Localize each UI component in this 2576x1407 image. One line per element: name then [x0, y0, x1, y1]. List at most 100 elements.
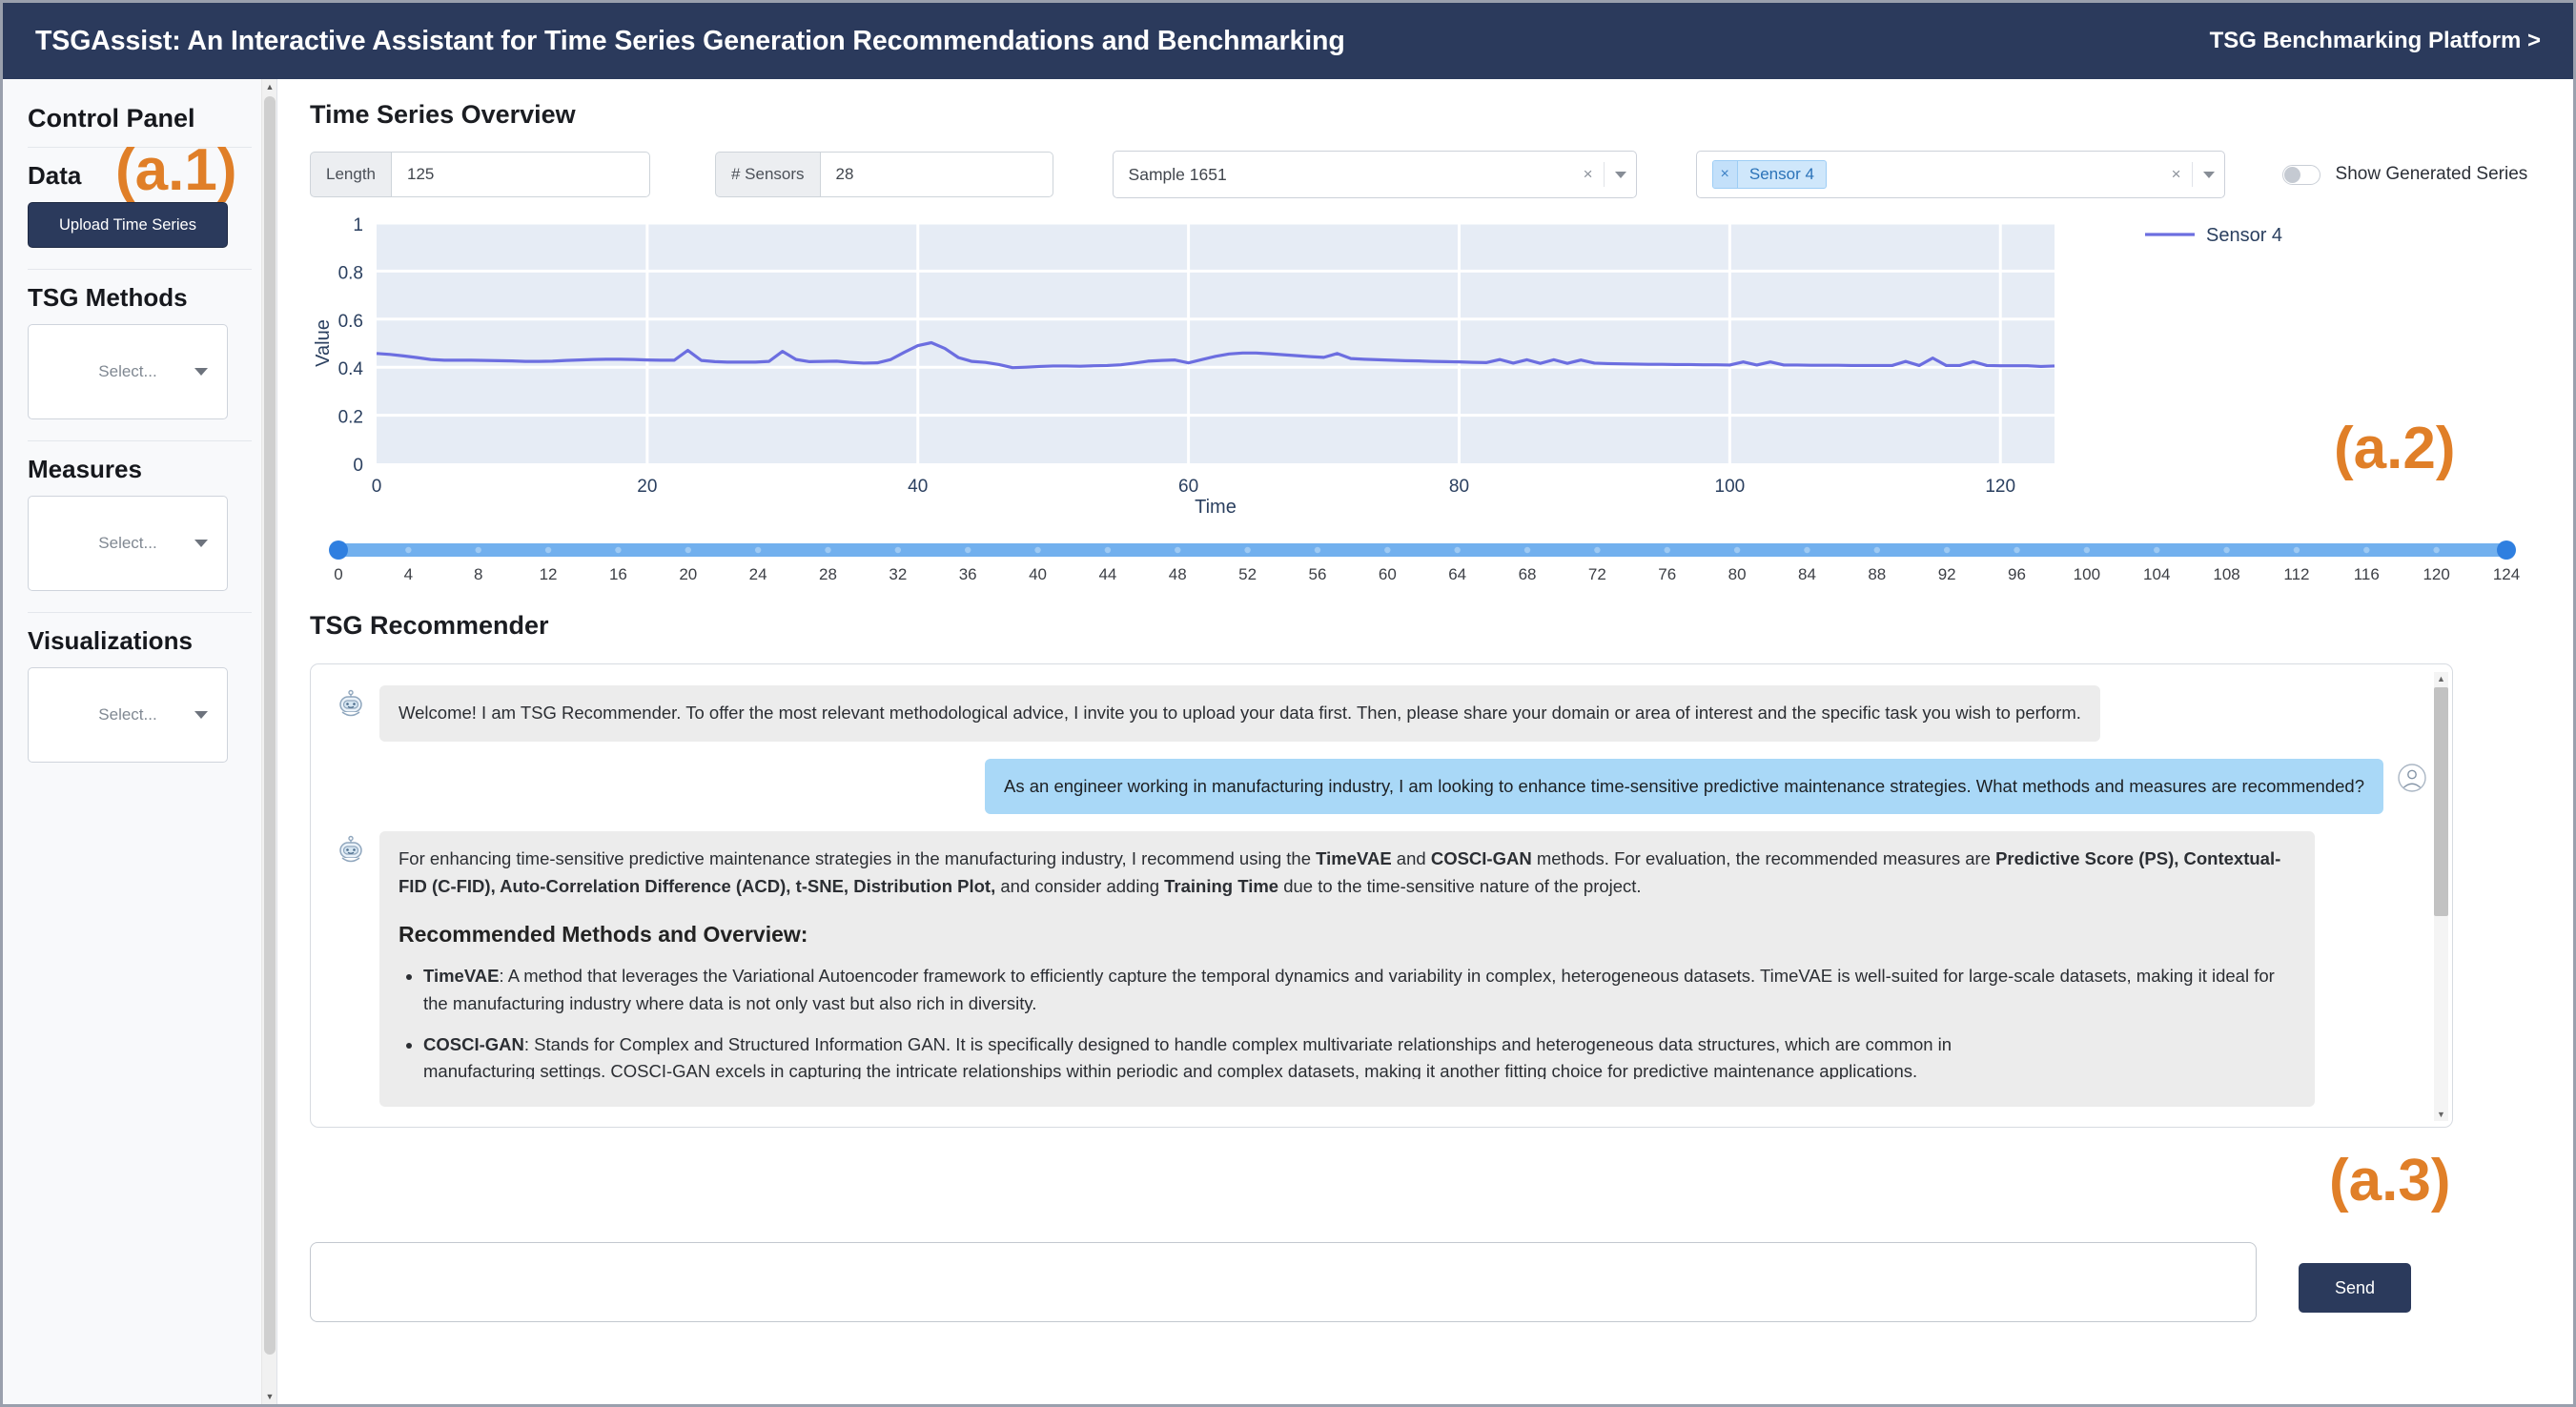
scroll-down-icon[interactable]: ▼ — [2434, 1108, 2448, 1121]
answer-p1-c: and — [1391, 848, 1431, 869]
chart-svg: 0 0.2 0.4 0.6 0.8 1 0 20 40 60 80 100 120 Time Value Se… — [313, 215, 2282, 518]
clear-icon[interactable]: × — [2172, 165, 2181, 184]
svg-text:32: 32 — [889, 565, 907, 583]
svg-text:20: 20 — [679, 565, 697, 583]
svg-text:120: 120 — [2423, 565, 2449, 583]
svg-text:124: 124 — [2493, 565, 2520, 583]
send-button[interactable]: Send — [2299, 1263, 2411, 1313]
svg-text:52: 52 — [1238, 565, 1257, 583]
svg-text:16: 16 — [609, 565, 627, 583]
sensor-dropdown[interactable]: × Sensor 4 × — [1695, 151, 2225, 198]
length-label: Length — [310, 152, 391, 197]
time-series-overview-title: Time Series Overview — [310, 100, 576, 129]
measures-select[interactable]: Select... — [28, 496, 228, 591]
sidebar-section-data-heading: Data — [28, 161, 82, 190]
svg-text:Value: Value — [313, 319, 334, 367]
chat-input[interactable] — [310, 1242, 2257, 1322]
sensors-input-group: # Sensors 28 — [715, 152, 1053, 197]
clear-icon[interactable]: × — [1584, 165, 1593, 184]
control-panel-sidebar: Control Panel Data Upload Time Series TS… — [3, 79, 277, 1404]
sensor-dropdown-tools: × — [2172, 162, 2215, 187]
divider — [2191, 162, 2193, 187]
sensor-chip[interactable]: × Sensor 4 — [1711, 160, 1827, 189]
svg-text:104: 104 — [2143, 565, 2170, 583]
method-timevae: TimeVAE — [1316, 848, 1392, 869]
chat-scrollbar[interactable]: ▲ ▼ — [2434, 672, 2448, 1121]
svg-text:116: 116 — [2354, 565, 2380, 583]
svg-text:28: 28 — [819, 565, 837, 583]
sensors-value[interactable]: 28 — [819, 152, 1053, 197]
chat-message-assistant-answer: For enhancing time-sensitive predictive … — [336, 831, 2427, 1108]
chat-message-user: As an engineer working in manufacturing … — [336, 758, 2427, 815]
svg-text:8: 8 — [474, 565, 482, 583]
svg-text:0.4: 0.4 — [338, 359, 364, 379]
bullet-text-timevae: : A method that leverages the Variationa… — [423, 966, 2275, 1013]
svg-text:36: 36 — [959, 565, 977, 583]
show-generated-series-toggle-group: Show Generated Series — [2281, 164, 2527, 185]
user-message-bubble: As an engineer working in manufacturing … — [985, 758, 2383, 815]
svg-text:24: 24 — [749, 565, 767, 583]
time-series-chart[interactable]: 0 0.2 0.4 0.6 0.8 1 0 20 40 60 80 100 120 Time Value Se… — [310, 215, 2531, 520]
svg-text:100: 100 — [2074, 565, 2100, 583]
answer-p1-f: due to the time-sensitive nature of the … — [1278, 876, 1642, 897]
chat-message-assistant: Welcome! I am TSG Recommender. To offer … — [336, 685, 2427, 742]
sidebar-section-visualizations-heading: Visualizations — [28, 626, 193, 655]
top-navbar: TSGAssist: An Interactive Assistant for … — [3, 3, 2573, 79]
svg-text:40: 40 — [908, 477, 928, 497]
upload-time-series-button[interactable]: Upload Time Series — [28, 202, 228, 248]
svg-text:112: 112 — [2283, 565, 2309, 583]
svg-text:96: 96 — [2008, 565, 2026, 583]
chip-remove-icon[interactable]: × — [1712, 161, 1738, 188]
svg-text:76: 76 — [1658, 565, 1676, 583]
sidebar-scrollbar[interactable]: ▲ ▼ — [261, 79, 276, 1404]
robot-avatar-icon — [339, 836, 362, 863]
robot-avatar-icon — [339, 689, 362, 717]
slider-svg[interactable]: 0 4 8 12 16 20 24 28 32 36 40 44 48 52 56 60 64 68 72 76 80 8… — [310, 536, 2531, 588]
svg-text:12: 12 — [540, 565, 558, 583]
divider — [28, 269, 252, 270]
sample-dropdown-value: Sample 1651 — [1128, 164, 1227, 184]
svg-text:108: 108 — [2213, 565, 2239, 583]
divider — [1603, 162, 1605, 187]
svg-text:0.2: 0.2 — [338, 408, 363, 428]
svg-text:44: 44 — [1098, 565, 1116, 583]
recommended-methods-list: TimeVAE: A method that leverages the Var… — [423, 963, 2296, 1079]
scroll-up-icon[interactable]: ▲ — [262, 79, 277, 94]
svg-text:68: 68 — [1519, 565, 1537, 583]
divider — [28, 440, 252, 441]
tsg-methods-select[interactable]: Select... — [28, 324, 228, 419]
svg-text:72: 72 — [1588, 565, 1606, 583]
chevron-down-icon[interactable] — [2202, 171, 2215, 178]
answer-paragraph: For enhancing time-sensitive predictive … — [399, 846, 2296, 900]
chat-scroll-thumb[interactable] — [2434, 687, 2448, 916]
show-generated-series-toggle[interactable] — [2281, 164, 2320, 185]
sample-dropdown[interactable]: Sample 1651 × — [1112, 151, 1637, 198]
chevron-down-icon[interactable] — [1614, 171, 1626, 178]
control-panel-heading: Control Panel — [28, 104, 195, 133]
svg-text:100: 100 — [1715, 477, 1746, 497]
bullet-text-coscigan-clipped: manufacturing settings. COSCI-GAN excels… — [423, 1061, 1918, 1080]
app-window: TSGAssist: An Interactive Assistant for … — [0, 0, 2576, 1407]
length-value[interactable]: 125 — [391, 152, 650, 197]
scroll-up-icon[interactable]: ▲ — [2434, 672, 2448, 685]
svg-text:80: 80 — [1449, 477, 1469, 497]
sidebar-scroll-thumb[interactable] — [264, 96, 276, 1355]
visualizations-select[interactable]: Select... — [28, 667, 228, 763]
list-item: COSCI-GAN: Stands for Complex and Struct… — [423, 1031, 2296, 1080]
sensor-chip-label: Sensor 4 — [1748, 165, 1814, 183]
time-range-slider[interactable]: 0 4 8 12 16 20 24 28 32 36 40 44 48 52 56 60 64 68 72 76 80 8… — [310, 536, 2531, 588]
sidebar-section-measures-heading: Measures — [28, 455, 142, 483]
scroll-down-icon[interactable]: ▼ — [262, 1389, 277, 1404]
method-coscigan: COSCI-GAN — [1430, 848, 1532, 869]
measures-placeholder: Select... — [98, 534, 157, 552]
user-avatar-icon — [2398, 763, 2426, 792]
length-input-group: Length 125 — [310, 152, 650, 197]
benchmarking-platform-link[interactable]: TSG Benchmarking Platform > — [2210, 28, 2541, 54]
answer-p1-e: and consider adding — [995, 876, 1165, 897]
answer-p1-d: methods. For evaluation, the recommended… — [1531, 848, 1996, 869]
divider — [28, 612, 252, 613]
svg-text:56: 56 — [1309, 565, 1327, 583]
svg-text:0.6: 0.6 — [338, 312, 363, 332]
sensors-label: # Sensors — [715, 152, 820, 197]
sidebar-section-tsg-methods-heading: TSG Methods — [28, 283, 188, 312]
